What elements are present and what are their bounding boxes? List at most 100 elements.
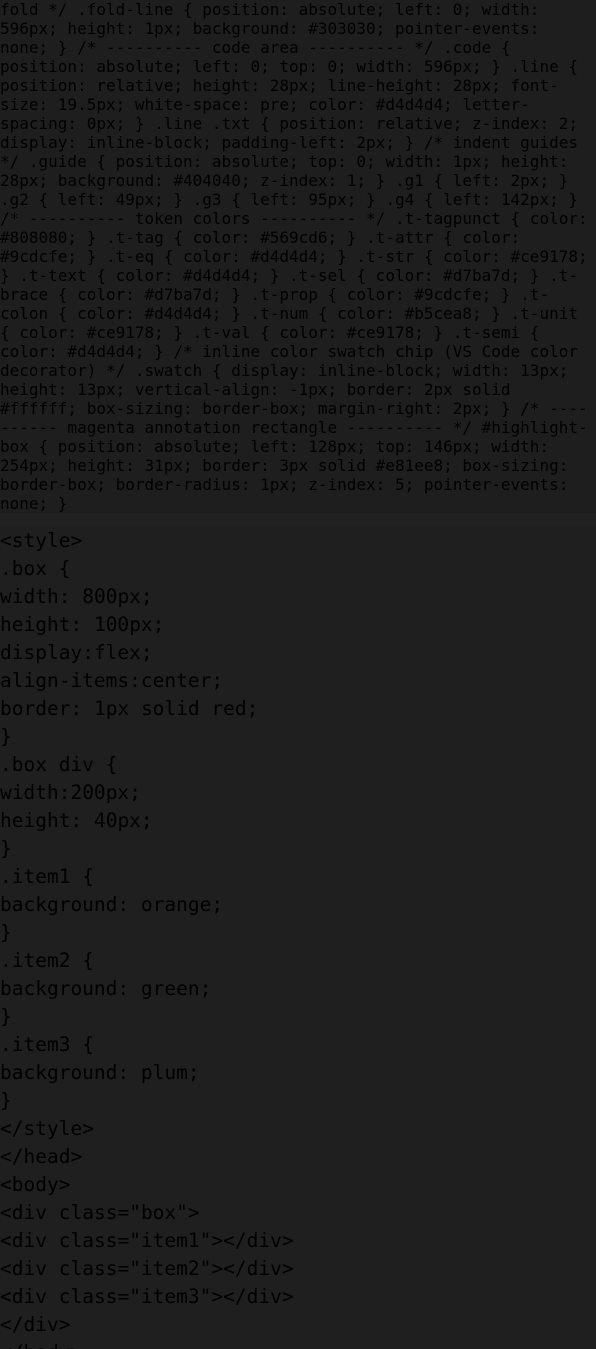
code-line-27[interactable]: <div class="item1"></div> bbox=[0, 1227, 596, 1255]
token-tag-div-close: div bbox=[246, 1257, 282, 1280]
token-quote: " bbox=[129, 1285, 141, 1308]
token-tag-div: div bbox=[11, 1201, 47, 1224]
token-prop-background: background bbox=[0, 1061, 118, 1084]
token-num-100: 100 bbox=[93, 613, 130, 636]
token-num-200: 200 bbox=[70, 781, 106, 804]
token-quote: " bbox=[129, 1201, 141, 1224]
token-brace-open: { bbox=[82, 1033, 94, 1056]
token-val-plum: plum bbox=[140, 1061, 188, 1084]
code-line-20[interactable]: .item3 { bbox=[0, 1031, 596, 1059]
token-gt: > bbox=[70, 513, 82, 524]
token-semicolon: ; bbox=[199, 977, 212, 1000]
token-quote: " bbox=[129, 1229, 141, 1252]
code-line-7-align-items[interactable]: align-items:center; bbox=[0, 667, 596, 695]
token-tag-body-close: body bbox=[23, 1341, 70, 1349]
token-gt: > bbox=[281, 1285, 294, 1308]
token-lt-slash: </ bbox=[0, 1117, 24, 1140]
code-editor[interactable]: <title>Document</title> <style> .box { w… bbox=[0, 513, 596, 1349]
token-tag-div: div bbox=[11, 1229, 47, 1252]
token-lt-slash: </ bbox=[223, 1285, 247, 1308]
code-line-15[interactable]: background: orange; bbox=[0, 891, 596, 919]
code-line-9[interactable]: } bbox=[0, 723, 596, 751]
token-brace-close: } bbox=[0, 837, 12, 860]
token-gt: > bbox=[211, 1285, 224, 1308]
code-line-31[interactable]: </body> bbox=[0, 1339, 596, 1349]
token-unit-px: px bbox=[117, 809, 141, 832]
code-line-29[interactable]: <div class="item3"></div> bbox=[0, 1283, 596, 1311]
token-tag-style: style bbox=[11, 529, 71, 552]
code-line-1[interactable]: <title>Document</title> bbox=[0, 513, 596, 527]
code-line-4[interactable]: width: 800px; bbox=[0, 583, 596, 611]
token-tag-title-close: title bbox=[200, 513, 259, 524]
token-lt: < bbox=[0, 1285, 12, 1308]
code-line-5[interactable]: height: 100px; bbox=[0, 611, 596, 639]
code-line-12[interactable]: height: 40px; bbox=[0, 807, 596, 835]
token-semicolon: ; bbox=[140, 809, 153, 832]
token-prop-background: background bbox=[0, 977, 118, 1000]
token-val-solid: solid bbox=[140, 697, 200, 720]
code-line-25[interactable]: <body> bbox=[0, 1171, 596, 1199]
code-line-18[interactable]: background: green; bbox=[0, 975, 596, 1003]
code-line-22[interactable]: } bbox=[0, 1087, 596, 1115]
token-class-value-item2: item2 bbox=[140, 1257, 200, 1280]
code-line-14[interactable]: .item1 { bbox=[0, 863, 596, 891]
code-line-10[interactable]: .box div { bbox=[0, 751, 596, 779]
token-prop-width: width bbox=[0, 585, 59, 608]
token-quote: " bbox=[199, 1229, 212, 1252]
token-quote: " bbox=[129, 1257, 141, 1280]
code-line-11[interactable]: width:200px; bbox=[0, 779, 596, 807]
token-prop-display: display bbox=[0, 641, 83, 664]
code-line-24[interactable]: </head> bbox=[0, 1143, 596, 1171]
code-line-2[interactable]: <style> bbox=[0, 527, 596, 555]
token-val-red: red bbox=[211, 697, 247, 720]
token-semicolon: ; bbox=[140, 585, 153, 608]
code-line-8[interactable]: border: 1px solid red; bbox=[0, 695, 596, 723]
token-colon: : bbox=[117, 893, 130, 916]
token-gt: > bbox=[58, 1173, 71, 1196]
token-brace-open: { bbox=[82, 865, 94, 888]
token-tag-div: div bbox=[11, 1285, 47, 1308]
code-line-17[interactable]: .item2 { bbox=[0, 947, 596, 975]
token-lt: < bbox=[0, 529, 12, 552]
token-class-value-item1: item1 bbox=[140, 1229, 200, 1252]
token-lt-slash: </ bbox=[223, 1257, 247, 1280]
code-line-3[interactable]: .box { bbox=[0, 555, 596, 583]
token-semicolon: ; bbox=[152, 613, 165, 636]
token-attr-class: class bbox=[58, 1285, 118, 1308]
token-brace-close: } bbox=[0, 1005, 12, 1028]
token-val-center: center bbox=[140, 669, 212, 692]
code-line-23[interactable]: </style> bbox=[0, 1115, 596, 1143]
token-val-green: green bbox=[140, 977, 200, 1000]
token-lt: < bbox=[0, 1229, 12, 1252]
token-semicolon: ; bbox=[140, 641, 153, 664]
token-tag-body: body bbox=[11, 1173, 59, 1196]
token-num-40: 40 bbox=[93, 809, 118, 832]
token-val-orange: orange bbox=[140, 893, 212, 916]
code-line-13[interactable]: } bbox=[0, 835, 596, 863]
code-line-19[interactable]: } bbox=[0, 1003, 596, 1031]
token-tag-div-close: div bbox=[246, 1229, 282, 1252]
token-prop-height: height bbox=[0, 613, 71, 636]
token-selector-item3: .item3 bbox=[0, 1033, 71, 1056]
code-line-21[interactable]: background: plum; bbox=[0, 1059, 596, 1087]
code-line-26[interactable]: <div class="box"> bbox=[0, 1199, 596, 1227]
code-content[interactable]: <title>Document</title> <style> .box { w… bbox=[0, 513, 596, 1349]
token-equals: = bbox=[117, 1201, 130, 1224]
token-colon: : bbox=[117, 1061, 130, 1084]
code-line-28[interactable]: <div class="item2"></div> bbox=[0, 1255, 596, 1283]
token-gt: > bbox=[70, 1341, 82, 1349]
token-tag-div-close: div bbox=[246, 1285, 282, 1308]
token-brace-open: { bbox=[105, 753, 118, 776]
token-gt: > bbox=[70, 1145, 83, 1168]
token-semicolon: ; bbox=[246, 697, 259, 720]
token-lt: < bbox=[0, 1201, 12, 1224]
token-selector-item2: .item2 bbox=[0, 949, 71, 972]
token-gt: > bbox=[211, 1257, 224, 1280]
token-lt-slash: </ bbox=[223, 1229, 247, 1252]
token-prop-align-items: align-items bbox=[0, 669, 130, 692]
code-line-16[interactable]: } bbox=[0, 919, 596, 947]
token-attr-class: class bbox=[58, 1257, 118, 1280]
code-line-6[interactable]: display:flex; bbox=[0, 639, 596, 667]
token-unit-px: px bbox=[129, 613, 153, 636]
code-line-30[interactable]: </div> bbox=[0, 1311, 596, 1339]
